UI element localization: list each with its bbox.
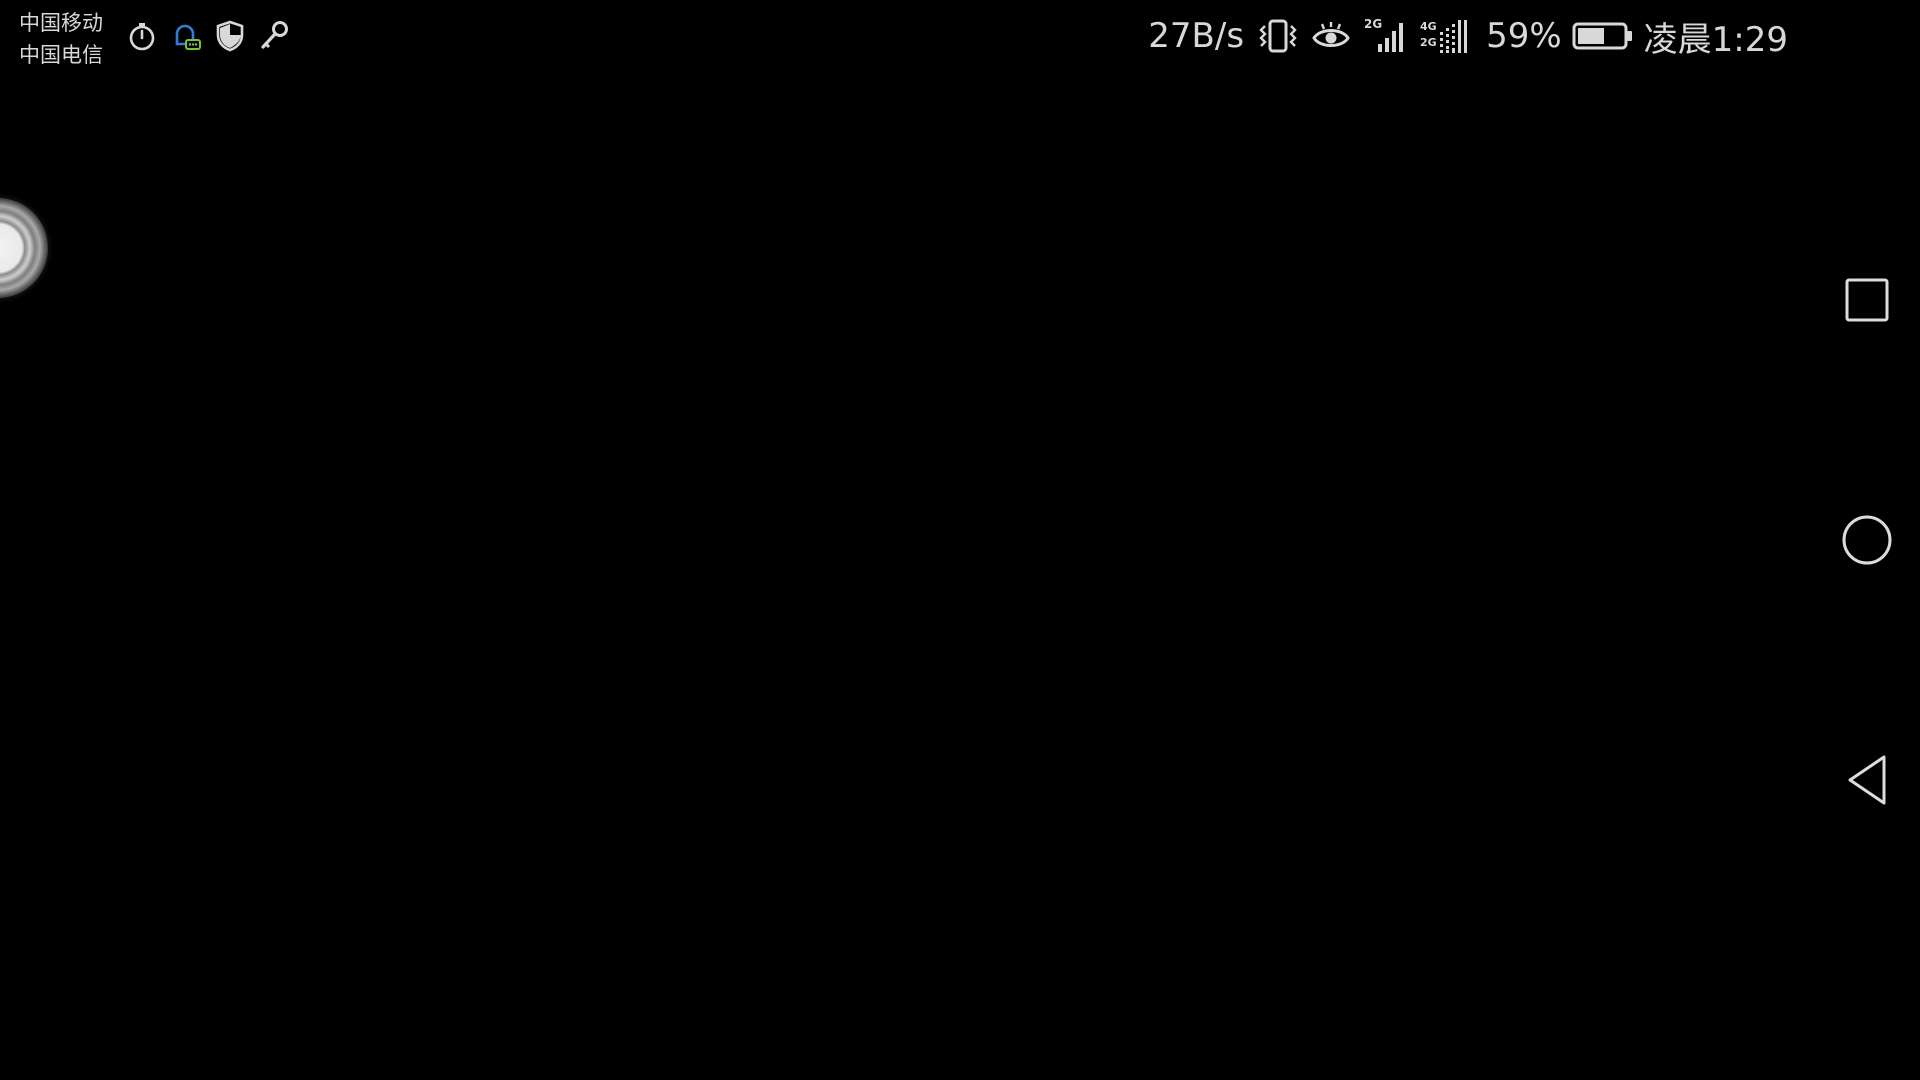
home-button[interactable] [1814,487,1920,593]
signal-4g-label: 4G [1420,20,1437,33]
carrier-1: 中国移动 [19,11,103,35]
battery-percent: 59% [1486,16,1562,56]
circle-home-icon [1842,515,1892,565]
system-status: 27B/s 2G 4G 2G 59% 凌晨1:29 [1148,12,1788,60]
notification-icons [120,14,296,58]
timer-icon [120,14,164,58]
back-button[interactable] [1814,727,1920,833]
floating-assistive-ball[interactable] [0,198,48,298]
shield-icon [208,14,252,58]
network-speed: 27B/s [1148,16,1245,56]
signal-4g-2g-icon: 4G 2G [1420,16,1478,56]
recent-apps-button[interactable] [1814,247,1920,353]
key-icon [252,14,296,58]
clock: 凌晨1:29 [1643,19,1788,60]
battery-icon [1572,19,1634,53]
chat-bell-icon [164,14,208,58]
signal-2g-label-bottom: 2G [1420,36,1437,49]
navigation-bar [1814,0,1920,1080]
eye-icon [1310,18,1352,54]
signal-2g-label: 2G [1364,17,1382,31]
triangle-back-icon [1848,755,1886,805]
screen: 中国移动 中国电信 27B/s 2G 4G 2G 59% 凌晨1:29 [0,0,1920,1080]
carrier-info: 中国移动 中国电信 [19,7,103,71]
status-bar: 中国移动 中国电信 27B/s 2G 4G 2G 59% 凌晨1:29 [0,0,1920,76]
carrier-2: 中国电信 [19,43,103,67]
signal-2g-icon: 2G [1362,16,1410,56]
vibrate-icon [1256,16,1300,56]
square-recent-apps-icon [1845,278,1889,322]
